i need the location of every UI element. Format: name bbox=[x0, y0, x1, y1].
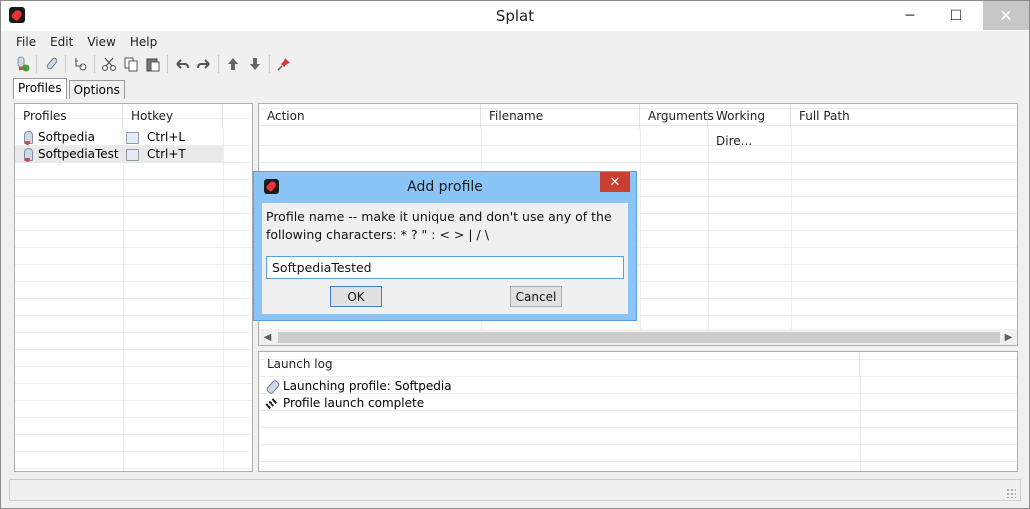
move-up-icon[interactable] bbox=[222, 53, 244, 75]
column-header-hotkey[interactable]: Hotkey bbox=[123, 104, 223, 129]
horizontal-scrollbar[interactable]: ◀ ▶ bbox=[259, 329, 1017, 345]
cut-icon[interactable] bbox=[98, 53, 120, 75]
toolbar-separator bbox=[36, 55, 37, 73]
profile-name-input[interactable] bbox=[266, 256, 624, 279]
profile-hotkey: Ctrl+L bbox=[147, 130, 186, 144]
column-header-working-dir[interactable]: Working Dire... bbox=[708, 104, 791, 148]
profile-name: SoftpediaTest bbox=[38, 147, 119, 161]
log-entry: Profile launch complete bbox=[265, 394, 424, 411]
toolbar-separator bbox=[94, 55, 95, 73]
resize-grip-icon[interactable] bbox=[1006, 488, 1016, 498]
scrollbar-thumb[interactable] bbox=[278, 332, 1000, 343]
prompt-line-1: Profile name -- make it unique and don't… bbox=[266, 209, 612, 224]
checkered-flag-icon bbox=[265, 396, 279, 410]
scroll-left-icon[interactable]: ◀ bbox=[259, 329, 276, 345]
dialog-prompt: Profile name -- make it unique and don't… bbox=[266, 208, 622, 244]
hotkey-icon bbox=[126, 131, 139, 144]
toolbar-separator bbox=[269, 55, 270, 73]
column-divider bbox=[791, 129, 792, 345]
profile-row[interactable]: Softpedia Ctrl+L bbox=[15, 129, 223, 146]
ok-button[interactable]: OK bbox=[330, 286, 382, 307]
undo-icon[interactable] bbox=[171, 53, 193, 75]
log-entry-text: Launching profile: Softpedia bbox=[283, 378, 452, 393]
log-entry: Launching profile: Softpedia bbox=[265, 377, 452, 394]
profile-row-selected[interactable]: SoftpediaTest Ctrl+T bbox=[15, 146, 223, 163]
launch-icon[interactable] bbox=[40, 53, 62, 75]
profile-name: Softpedia bbox=[38, 130, 95, 144]
column-header-profiles[interactable]: Profiles bbox=[15, 104, 123, 129]
maximize-button[interactable]: ☐ bbox=[933, 1, 979, 30]
copy-icon[interactable] bbox=[120, 53, 142, 75]
dialog-title-bar[interactable]: Add profile ✕ bbox=[254, 172, 636, 202]
move-down-icon[interactable] bbox=[244, 53, 266, 75]
column-divider bbox=[223, 129, 224, 471]
close-button[interactable]: ✕ bbox=[983, 1, 1029, 30]
column-divider bbox=[123, 129, 124, 471]
add-profile-dialog: Add profile ✕ Profile name -- make it un… bbox=[253, 171, 637, 321]
status-bar bbox=[9, 479, 1021, 501]
tab-options[interactable]: Options bbox=[68, 80, 125, 99]
pin-icon[interactable] bbox=[273, 53, 295, 75]
column-divider bbox=[860, 377, 861, 471]
menu-bar: File Edit View Help bbox=[9, 33, 164, 51]
scroll-right-icon[interactable]: ▶ bbox=[1000, 329, 1017, 345]
paste-icon[interactable] bbox=[142, 53, 164, 75]
column-divider bbox=[708, 129, 709, 345]
menu-file[interactable]: File bbox=[9, 33, 43, 51]
profile-name-cell: SoftpediaTest bbox=[22, 146, 119, 163]
column-header-action[interactable]: Action bbox=[259, 104, 481, 129]
menu-help[interactable]: Help bbox=[123, 33, 164, 51]
hotkey-icon bbox=[126, 148, 139, 161]
toolbar-separator bbox=[218, 55, 219, 73]
window-title: Splat bbox=[495, 7, 535, 25]
column-header-launch-log[interactable]: Launch log bbox=[259, 352, 860, 377]
launch-log-list[interactable]: Launch log Launching profile: Softpedia … bbox=[258, 351, 1018, 472]
dialog-close-button[interactable]: ✕ bbox=[600, 172, 630, 192]
log-entry-text: Profile launch complete bbox=[283, 395, 425, 410]
column-header-full-path[interactable]: Full Path bbox=[791, 104, 1017, 129]
profile-hotkey-cell: Ctrl+T bbox=[126, 146, 186, 163]
profile-hotkey: Ctrl+T bbox=[147, 147, 186, 161]
prompt-line-2: following characters: * ? " : < > | / \ bbox=[266, 227, 489, 242]
toolbar-separator bbox=[167, 55, 168, 73]
toolbar bbox=[11, 53, 295, 75]
column-header-filename[interactable]: Filename bbox=[481, 104, 640, 129]
title-bar: Splat ─ ☐ ✕ bbox=[1, 1, 1029, 31]
profile-hotkey-cell: Ctrl+L bbox=[126, 129, 185, 146]
column-divider bbox=[640, 129, 641, 345]
rocket-icon bbox=[22, 147, 33, 162]
column-header-arguments[interactable]: Arguments bbox=[640, 104, 714, 129]
minimize-button[interactable]: ─ bbox=[887, 1, 933, 30]
profiles-list[interactable]: Profiles Hotkey Softpedia Ctrl+L Softped… bbox=[14, 103, 253, 472]
rocket-icon bbox=[22, 130, 33, 145]
menu-view[interactable]: View bbox=[80, 33, 122, 51]
menu-edit[interactable]: Edit bbox=[43, 33, 80, 51]
tab-strip: Profiles Options bbox=[13, 78, 127, 99]
launch-rocket-icon bbox=[265, 379, 279, 393]
tab-profiles[interactable]: Profiles bbox=[13, 78, 67, 99]
dialog-body: Profile name -- make it unique and don't… bbox=[262, 203, 628, 314]
add-action-icon[interactable] bbox=[69, 53, 91, 75]
redo-icon[interactable] bbox=[193, 53, 215, 75]
new-profile-icon[interactable] bbox=[11, 53, 33, 75]
dialog-title: Add profile bbox=[407, 179, 483, 195]
toolbar-separator bbox=[65, 55, 66, 73]
profile-name-cell: Softpedia bbox=[22, 129, 95, 146]
cancel-button[interactable]: Cancel bbox=[510, 286, 562, 307]
